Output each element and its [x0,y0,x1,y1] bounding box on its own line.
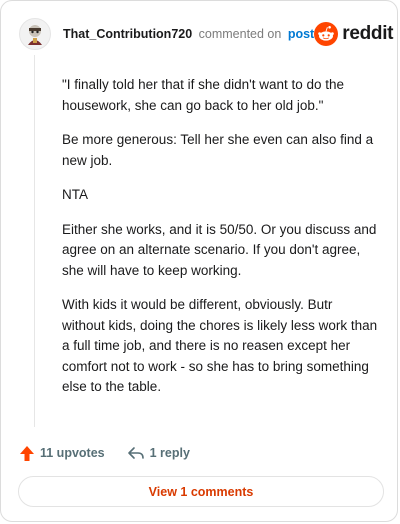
avatar[interactable] [19,18,51,50]
upvote-arrow-icon [20,445,34,461]
post-link[interactable]: post [288,27,314,41]
comment-paragraph: "I finally told her that if she didn't w… [62,77,345,113]
comment-paragraph: Either she works, and it is 50/50. Or yo… [62,221,377,278]
thread-line[interactable] [34,55,35,427]
comment-card: That_Contribution720 commented on post r… [0,0,398,522]
comment-paragraph: Be more generous: Tell her she even can … [62,132,374,168]
comment-meta: That_Contribution720 commented on post [63,27,314,41]
avatar-icon [28,25,42,45]
reply-icon [127,447,144,459]
username[interactable]: That_Contribution720 [63,27,192,41]
comment-body: "I finally told her that if she didn't w… [62,75,378,412]
reddit-brand[interactable]: reddit [314,22,394,46]
upvote-button[interactable]: 11 upvotes [19,445,105,462]
reddit-wordmark: reddit [342,23,394,44]
action-text: commented on [198,27,282,41]
comment-paragraph: NTA [62,187,88,202]
comment-actions: 11 upvotes 1 reply [19,441,190,465]
upvote-count: 11 upvotes [40,446,105,460]
reply-button[interactable]: 1 reply [127,445,190,461]
comment-header: That_Contribution720 commented on post r… [19,17,394,51]
view-comments-button[interactable]: View 1 comments [18,476,384,507]
reddit-logo-icon [314,22,339,46]
comment-paragraph: With kids it would be different, obvious… [62,297,378,394]
reply-count: 1 reply [149,446,190,460]
